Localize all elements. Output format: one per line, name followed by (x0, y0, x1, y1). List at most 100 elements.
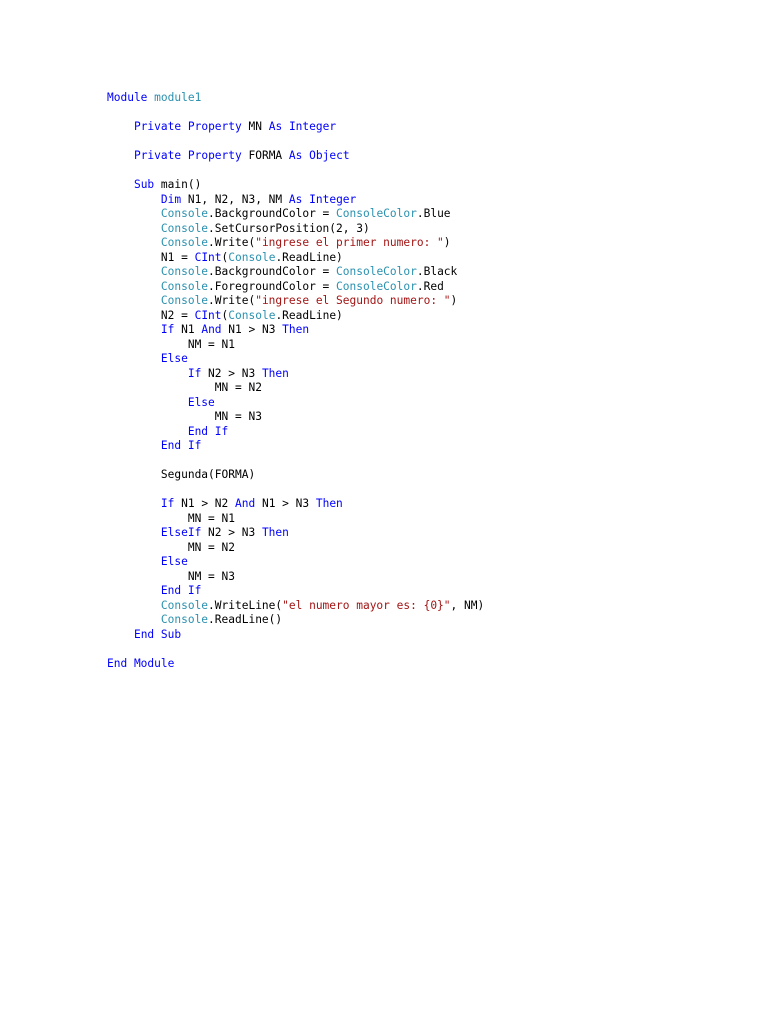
code-token-plain: .ReadLine) (275, 308, 343, 322)
code-token-kw: And (235, 497, 256, 510)
code-token-plain: Segunda(FORMA) (160, 468, 256, 481)
code-line: ElseIf N2 > N3 Then (107, 526, 747, 541)
code-token-plain: .Black (416, 265, 458, 278)
code-token-plain: FORMA (241, 149, 289, 162)
code-token-plain: .ReadLine() (208, 613, 283, 626)
code-token-plain: N2 > N3 (201, 366, 262, 380)
code-token-type: Console (228, 250, 276, 264)
code-line: End Module (107, 657, 747, 672)
code-line: If N1 And N1 > N3 Then (107, 323, 747, 338)
code-token-kw: End If (160, 439, 202, 452)
code-token-plain: MN = N2 (187, 540, 235, 554)
code-line: Console.ForegroundColor = ConsoleColor.R… (107, 280, 747, 295)
code-line: Private Property FORMA As Object (107, 149, 747, 164)
code-token-kw: As (268, 120, 283, 133)
code-token-kw: Integer (309, 192, 357, 206)
code-token-type: ConsoleColor (336, 279, 417, 293)
code-line: MN = N2 (107, 381, 747, 396)
code-listing: Module module1 Private Property MN As In… (107, 91, 747, 671)
code-token-type: Console (160, 265, 209, 278)
code-line: Console.WriteLine("el numero mayor es: {… (107, 599, 747, 614)
code-token-kw: Integer (288, 120, 337, 133)
code-token-plain: .SetCursorPosition(2, 3) (208, 221, 370, 235)
code-token-plain: .Blue (416, 207, 451, 220)
code-token-kw: End Sub (133, 627, 182, 641)
code-token-kw: Module (107, 91, 148, 104)
code-line: Else (107, 352, 747, 367)
code-token-plain: MN = N2 (214, 381, 262, 394)
code-token-kw: CInt (194, 250, 222, 264)
code-token-kw: Dim (160, 192, 182, 206)
code-token-type: Console (228, 308, 276, 322)
code-token-kw: If (160, 323, 175, 336)
code-token-type: module1 (154, 91, 202, 104)
code-line: N1 = CInt(Console.ReadLine) (107, 251, 747, 266)
code-line: Sub main() (107, 178, 747, 193)
code-token-kw: Else (160, 555, 188, 568)
code-token-plain: N1 > N2 (174, 497, 235, 510)
code-token-plain: .BackgroundColor = (208, 207, 337, 220)
code-line: N2 = CInt(Console.ReadLine) (107, 309, 747, 324)
code-line: NM = N1 (107, 338, 747, 353)
code-line: Console.Write("ingrese el primer numero:… (107, 236, 747, 251)
code-line: MN = N1 (107, 512, 747, 527)
code-token-kw: Else (160, 352, 188, 365)
code-token-plain: NM = N3 (187, 569, 235, 583)
code-token-plain: MN = N3 (214, 410, 262, 423)
code-token-type: ConsoleColor (336, 207, 417, 220)
code-line: End If (107, 584, 747, 599)
code-token-kw: If (160, 497, 175, 510)
code-line: End Sub (107, 628, 747, 643)
code-token-plain: ) (450, 294, 458, 307)
code-token-kw: As (288, 149, 303, 162)
code-line: MN = N3 (107, 410, 747, 425)
code-token-plain: .Red (416, 279, 444, 293)
code-token-plain: MN (241, 120, 269, 133)
code-token-str: "ingrese el Segundo numero: " (255, 294, 451, 307)
code-token-plain: N1 = (160, 250, 195, 264)
code-token-plain: main() (154, 178, 202, 191)
code-token-str: "ingrese el primer numero: " (255, 236, 444, 249)
code-token-kw: ElseIf (160, 526, 202, 539)
code-token-plain: .Write( (208, 236, 256, 249)
code-token-plain: N2 = (160, 308, 195, 322)
code-line: If N2 > N3 Then (107, 367, 747, 382)
code-line: If N1 > N2 And N1 > N3 Then (107, 497, 747, 512)
code-line: Segunda(FORMA) (107, 468, 747, 483)
code-line: Console.ReadLine() (107, 613, 747, 628)
code-line: Console.BackgroundColor = ConsoleColor.B… (107, 207, 747, 222)
code-line: Else (107, 396, 747, 411)
code-line: Private Property MN As Integer (107, 120, 747, 135)
code-token-plain: N2 > N3 (201, 526, 262, 539)
code-token-kw: Private (133, 120, 182, 133)
code-token-kw: Property (187, 149, 242, 162)
code-token-kw: End If (160, 584, 202, 597)
code-token-plain: N1 > N3 (221, 323, 283, 336)
code-token-type: Console (160, 236, 209, 249)
code-line: Console.BackgroundColor = ConsoleColor.B… (107, 265, 747, 280)
